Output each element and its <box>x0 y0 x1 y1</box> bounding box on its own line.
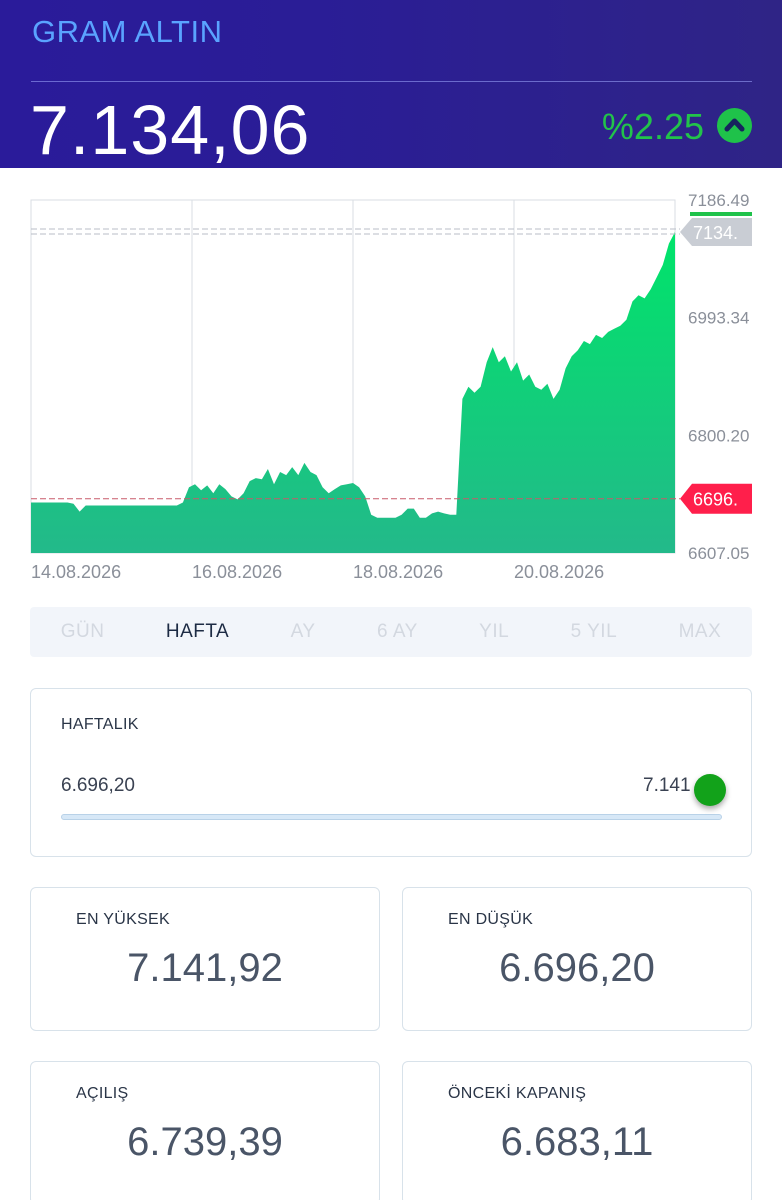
period-tabs: GÜN HAFTA AY 6 AY YIL 5 YIL MAX <box>30 607 752 657</box>
stat-low-label: EN DÜŞÜK <box>448 911 534 928</box>
stat-high-card: EN YÜKSEK 7.141,92 <box>30 887 380 1031</box>
tab-yil[interactable]: YIL <box>479 621 509 643</box>
x-tick-label: 20.08.2026 <box>514 562 604 582</box>
stat-low-value: 6.696,20 <box>499 946 655 990</box>
stat-prev-close-card: ÖNCEKİ KAPANIŞ 6.683,11 <box>402 1061 752 1200</box>
range-current-marker <box>694 774 727 806</box>
tab-max[interactable]: MAX <box>679 621 722 643</box>
high-marker-bar <box>690 212 752 216</box>
stat-low-card: EN DÜŞÜK 6.696,20 <box>402 887 752 1031</box>
quote-header: GRAM ALTIN 7.134,06 %2.25 <box>0 0 782 169</box>
x-tick-label: 14.08.2026 <box>31 562 121 582</box>
range-low-value: 6.696,20 <box>61 775 135 796</box>
x-tick-label: 18.08.2026 <box>353 562 443 582</box>
price-chart[interactable]: 7186.49 6993.34 6800.20 6607.05 7134. 6696. 14… <box>0 168 782 588</box>
y-tick-label: 6607.05 <box>688 544 749 563</box>
stat-prev-close-value: 6.683,11 <box>500 1120 654 1164</box>
arrow-up-icon <box>717 108 752 143</box>
y-tick-label: 7186.49 <box>688 191 749 210</box>
range-high-value: 7.141 <box>643 775 691 796</box>
y-tick-label: 6993.34 <box>688 309 749 328</box>
x-tick-label: 16.08.2026 <box>192 562 282 582</box>
stat-open-card: AÇILIŞ 6.739,39 <box>30 1061 380 1200</box>
tab-5-yil[interactable]: 5 YIL <box>571 621 618 643</box>
range-label: HAFTALIK <box>61 716 139 733</box>
current-value-tag: 7134. <box>693 223 738 243</box>
current-price: 7.134,06 <box>30 91 311 169</box>
price-chart-svg[interactable]: 7186.49 6993.34 6800.20 6607.05 7134. 6696. 14… <box>0 168 782 588</box>
price-change-percent: %2.25 <box>601 106 704 147</box>
weekly-range-card: HAFTALIK 6.696,20 7.141 <box>30 688 752 857</box>
stat-open-value: 6.739,39 <box>127 1120 283 1164</box>
tab-ay[interactable]: AY <box>291 621 316 643</box>
tab-gun[interactable]: GÜN <box>61 621 105 643</box>
stat-high-label: EN YÜKSEK <box>76 911 170 928</box>
asset-title: GRAM ALTIN <box>32 14 223 49</box>
range-track <box>61 814 722 820</box>
stat-high-value: 7.141,92 <box>127 946 283 990</box>
header-divider <box>31 81 752 82</box>
stat-prev-close-label: ÖNCEKİ KAPANIŞ <box>448 1085 587 1102</box>
stat-open-label: AÇILIŞ <box>76 1085 129 1102</box>
tab-hafta[interactable]: HAFTA <box>166 621 229 643</box>
low-value-tag: 6696. <box>693 490 738 510</box>
y-tick-label: 6800.20 <box>688 426 749 445</box>
tab-6-ay[interactable]: 6 AY <box>377 621 418 643</box>
